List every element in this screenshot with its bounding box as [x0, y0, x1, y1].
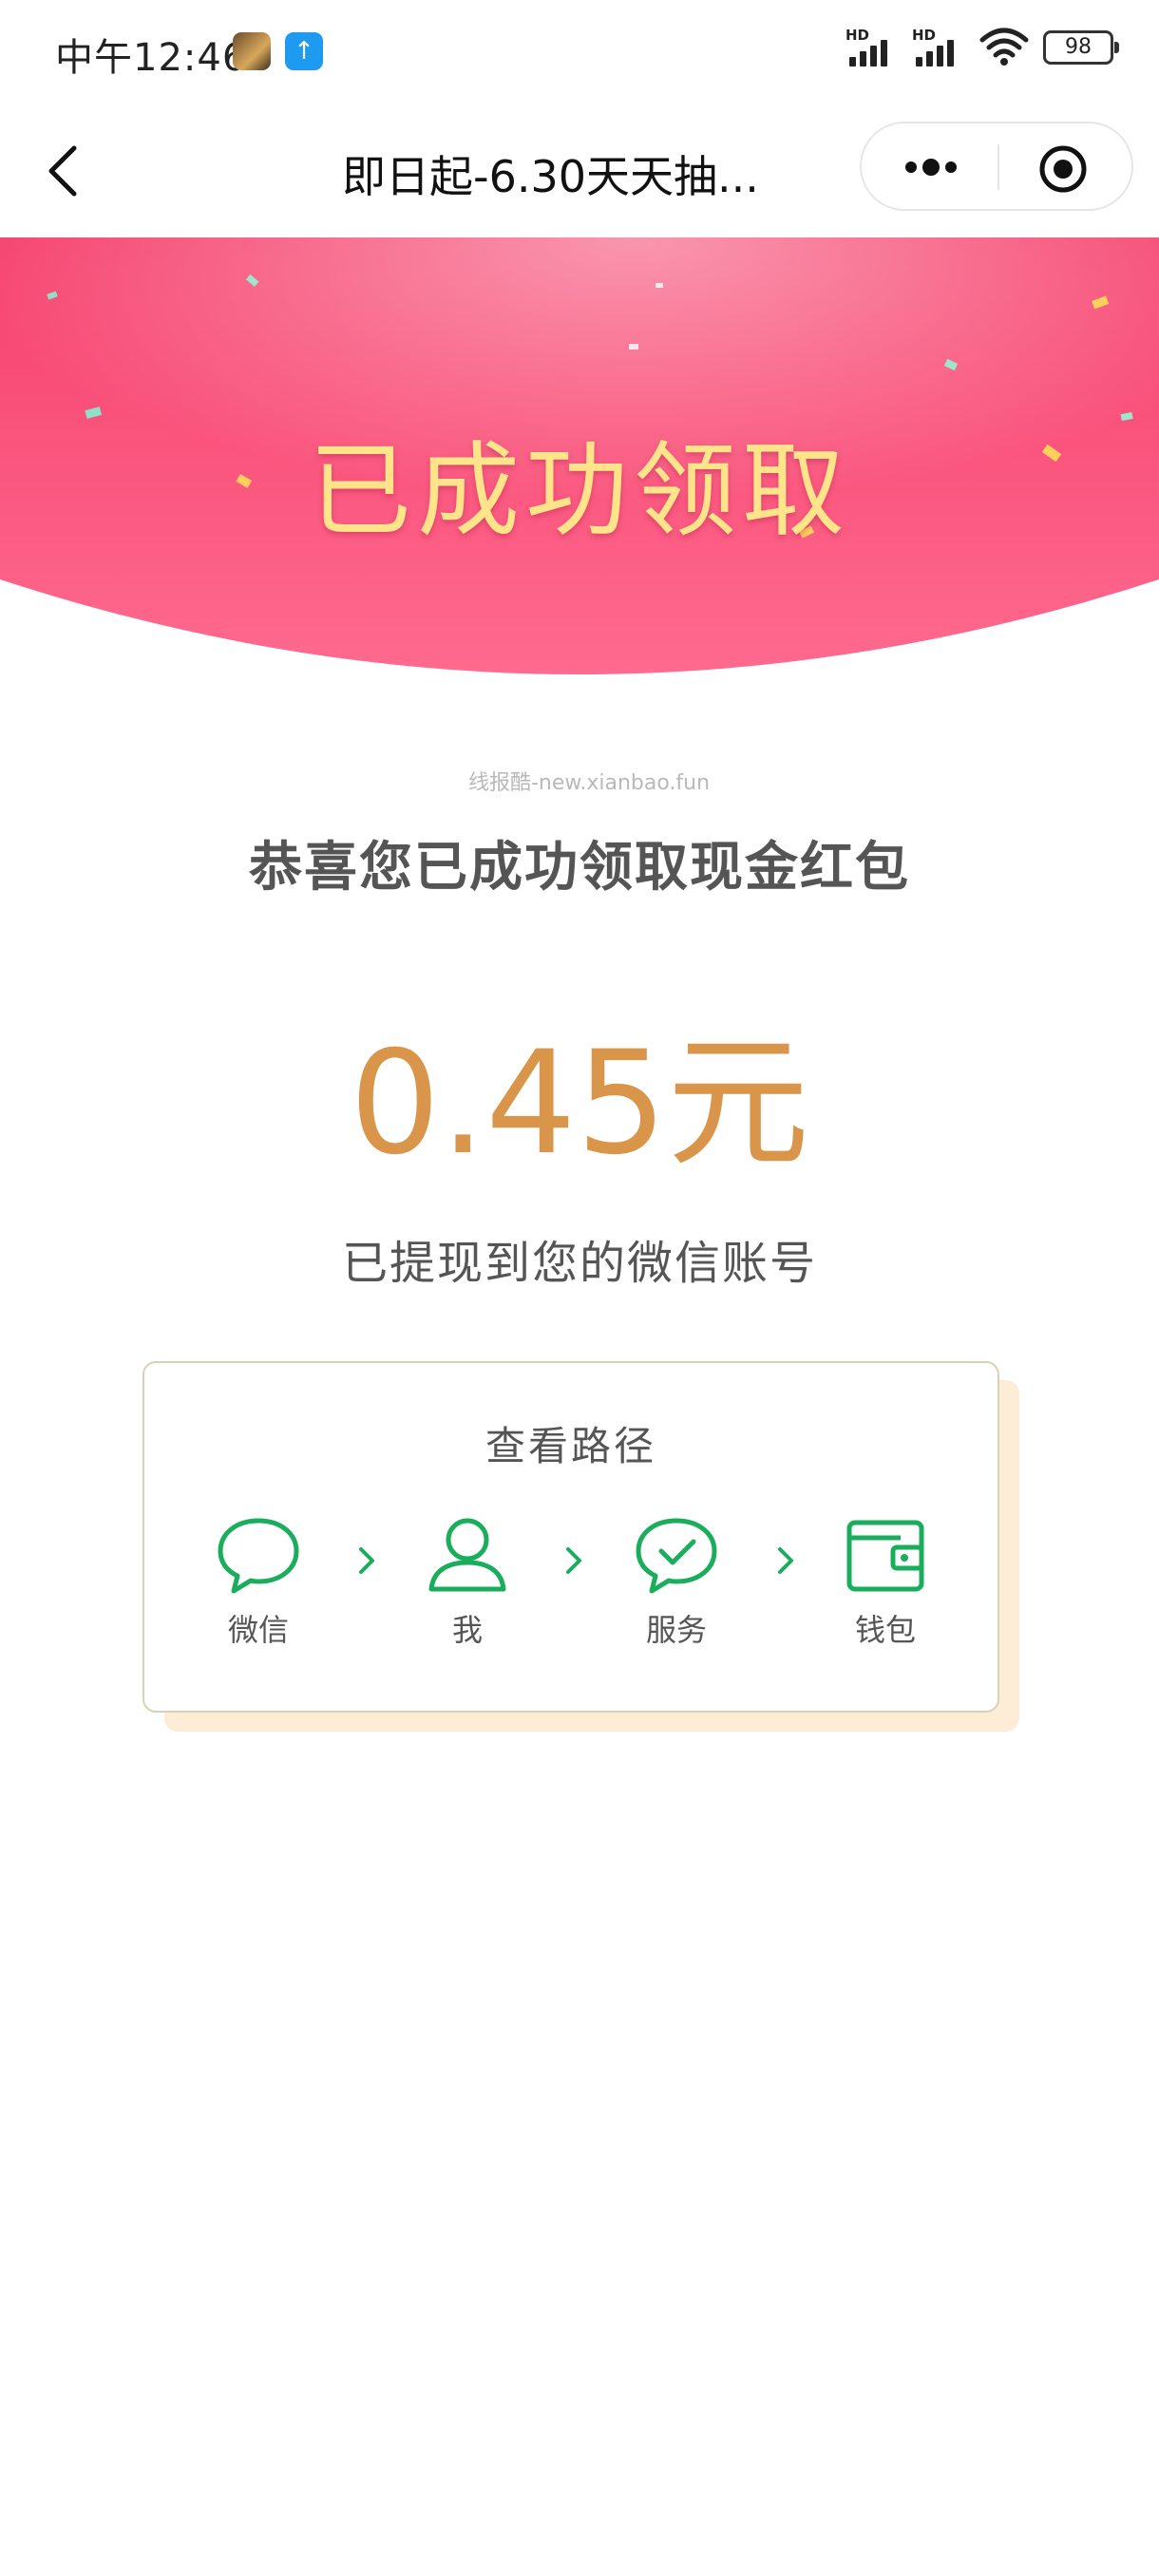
- page-title: 即日起-6.30天天抽...: [342, 151, 759, 202]
- withdrawal-note: 已提现到您的微信账号: [341, 1237, 817, 1290]
- banner-title: 已成功领取: [308, 432, 850, 551]
- navigation-bar: 即日起-6.30天天抽...: [0, 104, 1159, 237]
- wallet-icon: [846, 1520, 924, 1592]
- chevron-right-icon: [359, 1547, 374, 1574]
- person-icon: [428, 1518, 506, 1592]
- more-options-icon[interactable]: [898, 144, 964, 190]
- status-time: 中午12:46: [55, 36, 248, 80]
- red-packet-amount: 0.45元: [350, 1021, 809, 1186]
- chevron-right-icon: [566, 1547, 581, 1574]
- path-step-label: 钱包: [854, 1612, 916, 1648]
- chevron-right-icon: [778, 1547, 793, 1574]
- path-step-label: 服务: [645, 1612, 707, 1648]
- path-step-services: 服务: [605, 1515, 748, 1650]
- check-bubble-icon: [636, 1518, 717, 1594]
- mini-program-capsule: [860, 122, 1133, 211]
- battery-indicator: 98: [1043, 30, 1119, 65]
- wifi-icon: [979, 28, 1029, 66]
- back-arrow-icon[interactable]: [38, 141, 91, 201]
- status-bar: 中午12:46 ↑ HD HD 98: [0, 0, 1159, 104]
- view-path-card: 查看路径 微信 我 服务 钱包: [142, 1361, 999, 1713]
- cellular-signal-icon: HD: [846, 27, 899, 68]
- path-step-label: 微信: [227, 1612, 289, 1648]
- path-card-title: 查看路径: [484, 1423, 656, 1469]
- path-step-label: 我: [451, 1612, 483, 1648]
- capsule-divider: [998, 144, 999, 190]
- success-banner: 已成功领取: [0, 237, 1159, 693]
- path-step-wechat: 微信: [187, 1515, 330, 1650]
- path-step-wallet: 钱包: [814, 1515, 957, 1650]
- game-app-notification-icon: [233, 32, 271, 70]
- chat-bubble-icon: [218, 1518, 299, 1594]
- cellular-signal-icon-2: HD: [912, 27, 965, 68]
- path-step-me: 我: [396, 1515, 539, 1650]
- close-mini-program-icon[interactable]: [1036, 142, 1090, 196]
- congrats-message: 恭喜您已成功领取现金红包: [249, 837, 910, 899]
- upload-notification-icon: ↑: [285, 32, 323, 70]
- watermark-text: 线报酷-new.xianbao.fun: [467, 771, 711, 795]
